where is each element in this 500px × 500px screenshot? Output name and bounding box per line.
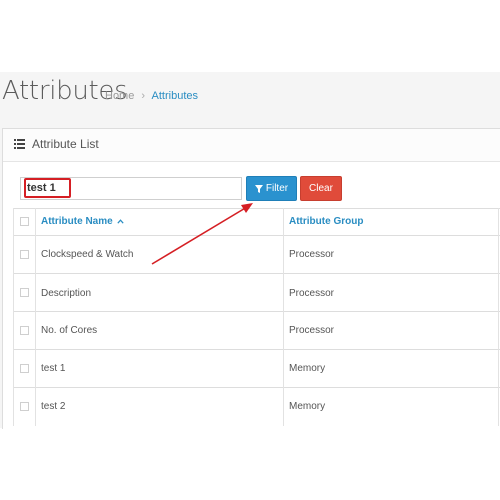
filter-button-label: Filter bbox=[265, 183, 289, 194]
table-border bbox=[13, 208, 500, 209]
row-checkbox[interactable] bbox=[20, 402, 29, 411]
row-group: Memory bbox=[289, 363, 326, 374]
highlight-box bbox=[24, 178, 71, 198]
row-name: Description bbox=[41, 288, 92, 299]
table-border bbox=[13, 311, 500, 312]
row-checkbox[interactable] bbox=[20, 250, 29, 259]
table-border bbox=[498, 208, 499, 426]
clear-button-label: Clear bbox=[309, 183, 333, 194]
row-group: Processor bbox=[289, 288, 335, 299]
column-header-label: Attribute Name bbox=[41, 216, 113, 227]
breadcrumb-separator: › bbox=[141, 90, 146, 102]
column-header-attribute-name[interactable]: Attribute Name bbox=[41, 216, 125, 227]
panel-title: Attribute List bbox=[32, 137, 99, 151]
table-border bbox=[13, 387, 500, 388]
table-border bbox=[283, 208, 284, 426]
attribute-list-panel: Attribute List bbox=[2, 128, 500, 429]
panel-heading: Attribute List bbox=[3, 129, 500, 162]
sort-caret-up-icon bbox=[117, 219, 125, 224]
row-name: Clockspeed & Watch bbox=[41, 249, 134, 260]
breadcrumb-home[interactable]: Home bbox=[105, 90, 134, 102]
row-group: Processor bbox=[289, 249, 335, 260]
row-checkbox[interactable] bbox=[20, 326, 29, 335]
clear-button[interactable]: Clear bbox=[300, 176, 342, 201]
breadcrumb: Home › Attributes bbox=[105, 90, 198, 102]
column-header-attribute-group[interactable]: Attribute Group bbox=[289, 216, 363, 227]
row-name: No. of Cores bbox=[41, 325, 98, 336]
table-border bbox=[13, 235, 500, 236]
filter-button[interactable]: Filter bbox=[246, 176, 297, 201]
row-checkbox[interactable] bbox=[20, 288, 29, 297]
row-checkbox[interactable] bbox=[20, 364, 29, 373]
list-icon bbox=[14, 139, 25, 149]
funnel-icon bbox=[254, 184, 263, 193]
table-border bbox=[13, 208, 14, 426]
breadcrumb-attributes[interactable]: Attributes bbox=[152, 90, 198, 102]
row-name: test 2 bbox=[41, 401, 66, 412]
row-name: test 1 bbox=[41, 363, 66, 374]
table-border bbox=[13, 349, 500, 350]
table-border bbox=[35, 208, 36, 426]
table-border bbox=[13, 273, 500, 274]
row-group: Memory bbox=[289, 401, 326, 412]
row-group: Processor bbox=[289, 325, 335, 336]
select-all-checkbox[interactable] bbox=[20, 217, 29, 226]
